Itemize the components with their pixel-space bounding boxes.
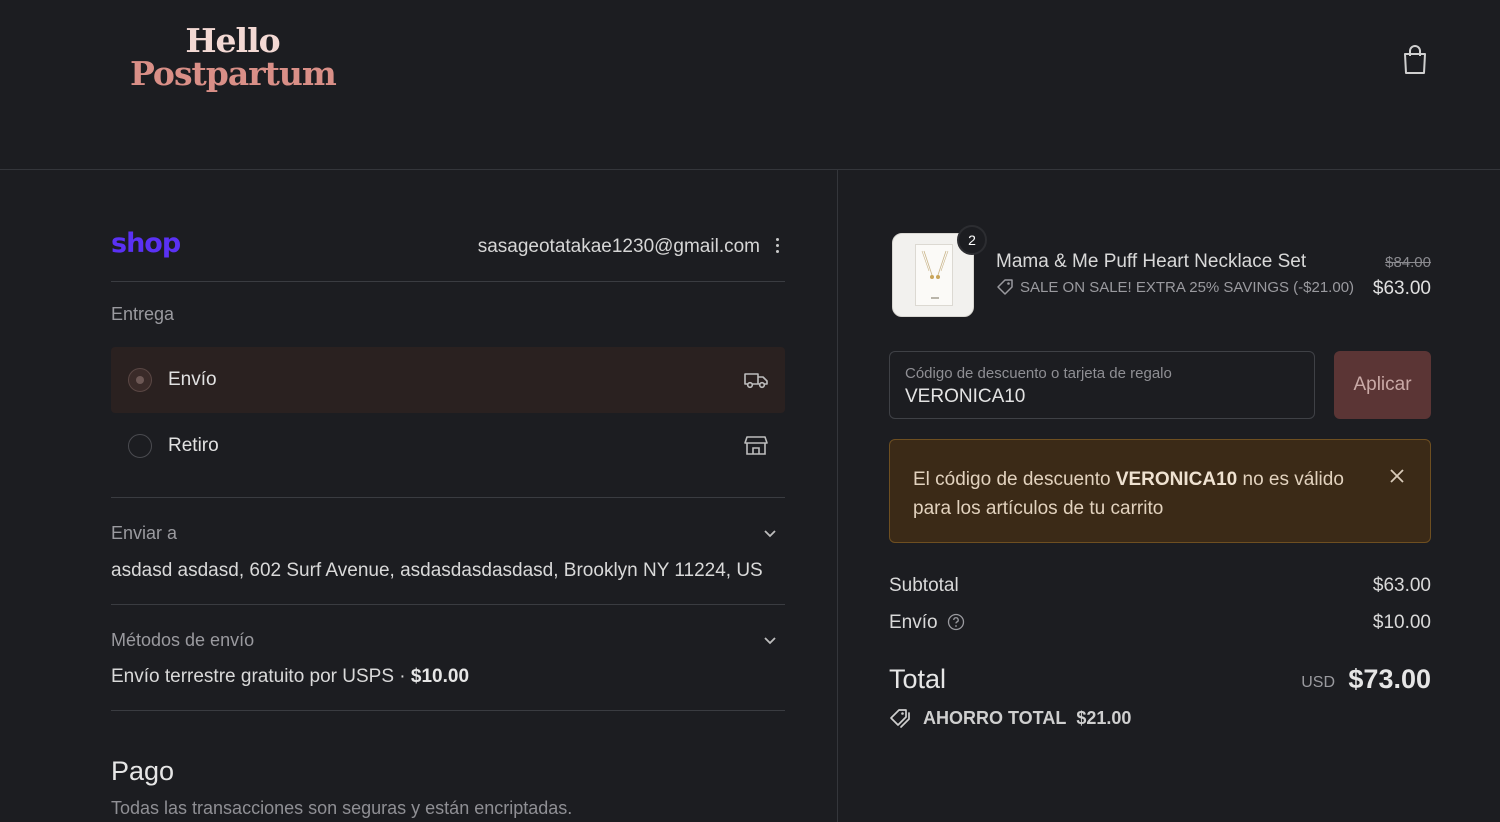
logo-line-2: Postpartum: [130, 54, 337, 93]
radio-shipping[interactable]: [128, 368, 152, 392]
help-icon[interactable]: [947, 613, 965, 631]
delivery-option-shipping[interactable]: Envío: [111, 347, 785, 413]
subtotal-row: Subtotal $63.00: [889, 575, 1431, 597]
chevron-down-icon[interactable]: [763, 636, 777, 646]
payment-title: Pago: [111, 756, 175, 786]
account-menu-icon[interactable]: [771, 236, 783, 256]
shipping-method-name: Envío terrestre gratuito por USPS: [111, 666, 395, 687]
product-thumbnail: 2: [892, 225, 987, 317]
savings-amount: $21.00: [1076, 707, 1132, 728]
alert-code: VERONICA10: [1115, 469, 1238, 490]
discount-error-alert: El código de descuento VERONICA10 no es …: [889, 439, 1431, 543]
product-image: [915, 244, 953, 306]
ship-to-title: Enviar a: [111, 523, 178, 543]
savings-label: AHORRO TOTAL: [923, 707, 1067, 728]
product-discount-text: SALE ON SALE! EXTRA 25% SAVINGS (-$21.00…: [1020, 278, 1355, 296]
delivery-option-pickup[interactable]: Retiro: [111, 413, 785, 479]
shipping-method-price: $10.00: [410, 666, 470, 687]
total-savings: AHORRO TOTAL $21.00: [889, 707, 1131, 729]
shipping-amount: $10.00: [1372, 612, 1431, 633]
divider: [111, 604, 785, 605]
shopping-bag-icon[interactable]: [1400, 44, 1430, 76]
header: Hello Postpartum: [0, 0, 1500, 170]
discount-code-placeholder: Código de descuento o tarjeta de regalo: [905, 365, 1172, 382]
tag-icon: [997, 279, 1013, 295]
quantity-badge: 2: [957, 225, 987, 255]
shipping-row: Envío $10.00: [889, 612, 1431, 634]
original-price: $84.00: [1385, 254, 1431, 271]
subtotal-amount: $63.00: [1372, 575, 1431, 596]
separator: ·: [399, 666, 406, 687]
option-label: Envío: [168, 369, 217, 390]
alert-message: El código de descuento VERONICA10 no es …: [913, 465, 1363, 523]
sale-price: $63.00: [1372, 278, 1431, 299]
shipping-method-value: Envío terrestre gratuito por USPS · $10.…: [111, 666, 469, 688]
discount-code-input[interactable]: Código de descuento o tarjeta de regalo …: [889, 351, 1315, 419]
divider: [111, 281, 785, 282]
apply-discount-button[interactable]: Aplicar: [1334, 351, 1431, 419]
shipping-method-title: Métodos de envío: [111, 630, 255, 650]
product-discount: SALE ON SALE! EXTRA 25% SAVINGS (-$21.00…: [996, 278, 1354, 296]
close-icon[interactable]: [1389, 468, 1405, 484]
payment-subtitle: Todas las transacciones son seguras y es…: [111, 798, 573, 818]
total-amount: $73.00: [1348, 664, 1431, 694]
divider: [111, 710, 785, 711]
option-label: Retiro: [168, 435, 219, 456]
account-email: sasageotatakae1230@gmail.com: [477, 236, 760, 257]
necklace-image: [921, 250, 949, 299]
total-currency: USD: [1301, 674, 1335, 691]
shop-pay-logo: shop: [111, 228, 181, 259]
delivery-title: Entrega: [111, 304, 175, 324]
tags-icon: [890, 709, 910, 728]
product-name: Mama & Me Puff Heart Necklace Set: [996, 251, 1307, 272]
alert-text-before: El código de descuento: [913, 469, 1116, 490]
chevron-down-icon[interactable]: [763, 529, 777, 539]
subtotal-label: Subtotal: [889, 575, 959, 596]
radio-pickup[interactable]: [128, 434, 152, 458]
shipping-address: asdasd asdasd, 602 Surf Avenue, asdasdas…: [111, 560, 763, 581]
store-icon: [744, 436, 768, 455]
divider: [111, 497, 785, 498]
discount-code-value: VERONICA10: [905, 386, 1026, 407]
total-label: Total: [889, 664, 947, 694]
logo-line-1: Hello: [185, 21, 280, 60]
store-logo[interactable]: Hello Postpartum: [130, 21, 337, 93]
column-divider: [837, 170, 838, 822]
shipping-label: Envío: [889, 612, 938, 633]
truck-icon: [744, 373, 768, 389]
